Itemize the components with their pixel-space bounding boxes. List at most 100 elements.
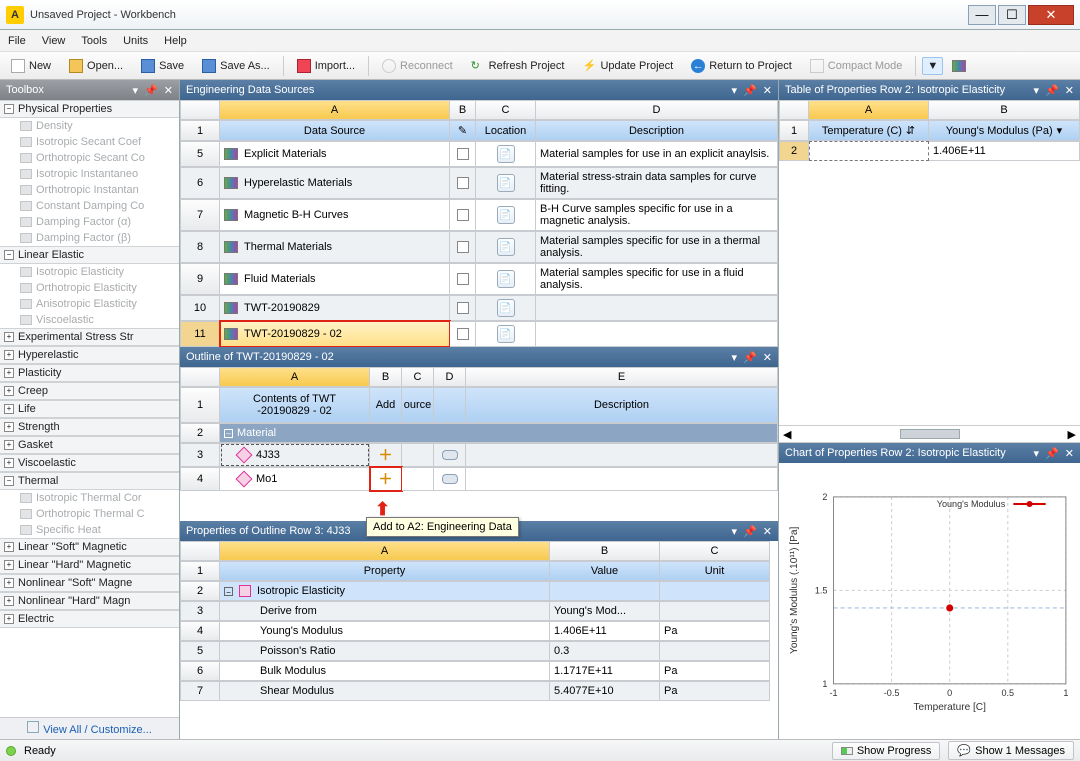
dropdown-icon[interactable]: ▾ (732, 351, 738, 364)
save-button[interactable]: Save (134, 56, 191, 76)
menu-tools[interactable]: Tools (81, 35, 107, 47)
pin-icon[interactable]: 📌 (743, 84, 757, 97)
menu-help[interactable]: Help (164, 35, 187, 47)
table-row[interactable]: 7 Shear Modulus 5.4077E+10 Pa (180, 681, 778, 701)
category[interactable]: +Plasticity (0, 364, 179, 382)
col-a[interactable]: A (220, 100, 450, 120)
toolbox-item[interactable]: Orthotropic Thermal C (0, 506, 179, 522)
eds-grid[interactable]: A B C D 1 Data Source ✎ Location Descrip… (180, 100, 778, 347)
menu-units[interactable]: Units (123, 35, 148, 47)
location-icon[interactable] (497, 238, 515, 256)
toolbox-item[interactable]: Density (0, 118, 179, 134)
toolbox-item[interactable]: Damping Factor (β) (0, 230, 179, 246)
checkbox[interactable] (457, 241, 469, 253)
dropdown-icon[interactable]: ▾ (133, 84, 139, 97)
import-button[interactable]: Import... (290, 56, 362, 76)
filter-button[interactable]: ▼ (922, 57, 943, 75)
menu-view[interactable]: View (42, 35, 66, 47)
table-row[interactable]: 8 Thermal Materials Material samples spe… (180, 231, 778, 263)
col-b[interactable]: B (450, 100, 476, 120)
category[interactable]: +Creep (0, 382, 179, 400)
checkbox[interactable] (457, 148, 469, 160)
category[interactable]: +Viscoelastic (0, 454, 179, 472)
compact-button[interactable]: Compact Mode (803, 56, 910, 76)
show-messages-button[interactable]: 💬Show 1 Messages (948, 741, 1074, 760)
close-pane-icon[interactable]: ✕ (763, 351, 772, 364)
saveas-button[interactable]: Save As... (195, 56, 277, 76)
table-row[interactable]: 3 4J33 ＋ (180, 443, 778, 467)
toolbox-item[interactable]: Viscoelastic (0, 312, 179, 328)
category[interactable]: +Strength (0, 418, 179, 436)
table-row[interactable]: 5 Poisson's Ratio 0.3 (180, 641, 778, 661)
table-row[interactable]: 4 Mo1 ＋ (180, 467, 778, 491)
outline-grid[interactable]: A B C D E 1 Contents of TWT -20190829 - … (180, 367, 778, 491)
pin-icon[interactable]: 📌 (743, 525, 757, 538)
ym-cell[interactable]: 1.406E+11 (929, 141, 1080, 161)
close-button[interactable]: ✕ (1028, 5, 1074, 25)
category[interactable]: +Hyperelastic (0, 346, 179, 364)
col-d[interactable]: D (536, 100, 778, 120)
props-grid[interactable]: A B C 1 Property Value Unit 2 −Isotropic… (180, 541, 778, 701)
dropdown-icon[interactable]: ▾ (732, 84, 738, 97)
minimize-button[interactable]: — (968, 5, 996, 25)
location-icon[interactable] (497, 206, 515, 224)
location-icon[interactable] (497, 299, 515, 317)
checkbox[interactable] (457, 177, 469, 189)
toolbox-item[interactable]: Isotropic Thermal Cor (0, 490, 179, 506)
open-button[interactable]: Open... (62, 56, 130, 76)
close-pane-icon[interactable]: ✕ (763, 525, 772, 538)
toolbox-item[interactable]: Isotropic Elasticity (0, 264, 179, 280)
toolbox-item[interactable]: Anisotropic Elasticity (0, 296, 179, 312)
toolbox-item[interactable]: Isotropic Instantaneo (0, 166, 179, 182)
pin-icon[interactable]: 📌 (743, 351, 757, 364)
table-row[interactable]: 9 Fluid Materials Material samples speci… (180, 263, 778, 295)
checkbox[interactable] (457, 328, 469, 340)
table-row[interactable]: 10 TWT-20190829 (180, 295, 778, 321)
close-pane-icon[interactable]: ✕ (164, 84, 173, 97)
palette-button[interactable] (947, 57, 971, 75)
dropdown-icon[interactable]: ▾ (732, 525, 738, 538)
table-row[interactable]: 6 Bulk Modulus 1.1717E+11 Pa (180, 661, 778, 681)
toolbox-item[interactable]: Orthotropic Secant Co (0, 150, 179, 166)
add-button[interactable]: ＋ (377, 447, 395, 463)
category[interactable]: −Physical Properties (0, 100, 179, 118)
category[interactable]: −Thermal (0, 472, 179, 490)
maximize-button[interactable]: ☐ (998, 5, 1026, 25)
table-row[interactable]: 11 TWT-20190829 - 02 (180, 321, 778, 347)
table-row[interactable]: 6 Hyperelastic Materials Material stress… (180, 167, 778, 199)
category[interactable]: −Linear Elastic (0, 246, 179, 264)
pin-icon[interactable]: 📌 (144, 84, 158, 97)
toolbox-list[interactable]: −Physical PropertiesDensityIsotropic Sec… (0, 100, 179, 717)
category[interactable]: +Linear "Hard" Magnetic (0, 556, 179, 574)
toolbox-item[interactable]: Constant Damping Co (0, 198, 179, 214)
toolbox-item[interactable]: Isotropic Secant Coef (0, 134, 179, 150)
category[interactable]: +Linear "Soft" Magnetic (0, 538, 179, 556)
category[interactable]: +Nonlinear "Soft" Magne (0, 574, 179, 592)
temp-cell[interactable] (809, 141, 929, 161)
category[interactable]: +Experimental Stress Str (0, 328, 179, 346)
location-icon[interactable] (497, 145, 515, 163)
location-icon[interactable] (497, 270, 515, 288)
view-all-link[interactable]: View All / Customize... (0, 717, 179, 739)
refresh-button[interactable]: ↻Refresh Project (464, 56, 572, 76)
toolbox-item[interactable]: Specific Heat (0, 522, 179, 538)
table-row[interactable]: 2 −Isotropic Elasticity (180, 581, 778, 601)
close-pane-icon[interactable]: ✕ (763, 84, 772, 97)
collapse-icon[interactable]: − (224, 587, 233, 596)
dropdown-icon[interactable]: ▾ (1057, 124, 1063, 137)
checkbox[interactable] (457, 273, 469, 285)
hscroll[interactable]: ◀▶ (779, 425, 1080, 443)
toolbox-item[interactable]: Orthotropic Instantan (0, 182, 179, 198)
new-button[interactable]: New (4, 56, 58, 76)
show-progress-button[interactable]: Show Progress (832, 742, 941, 760)
toolbox-item[interactable]: Orthotropic Elasticity (0, 280, 179, 296)
menu-file[interactable]: File (8, 35, 26, 47)
checkbox[interactable] (457, 302, 469, 314)
update-button[interactable]: ⚡Update Project (575, 56, 680, 76)
table-row[interactable]: 3 Derive from Young's Mod... (180, 601, 778, 621)
add-button[interactable]: ＋ (377, 471, 395, 487)
table-row[interactable]: 4 Young's Modulus 1.406E+11 Pa (180, 621, 778, 641)
col-c[interactable]: C (476, 100, 536, 120)
reconnect-button[interactable]: Reconnect (375, 56, 460, 76)
category[interactable]: +Life (0, 400, 179, 418)
